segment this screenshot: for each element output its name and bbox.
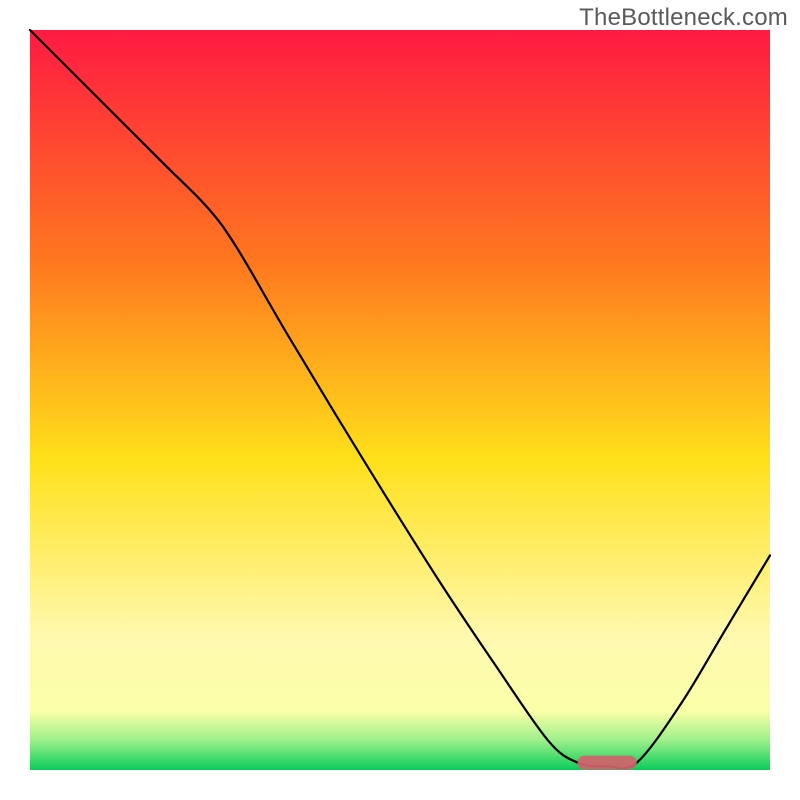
bottleneck-chart xyxy=(0,0,800,800)
optimum-marker xyxy=(578,756,637,770)
chart-container: TheBottleneck.com xyxy=(0,0,800,800)
watermark-text: TheBottleneck.com xyxy=(579,4,788,32)
